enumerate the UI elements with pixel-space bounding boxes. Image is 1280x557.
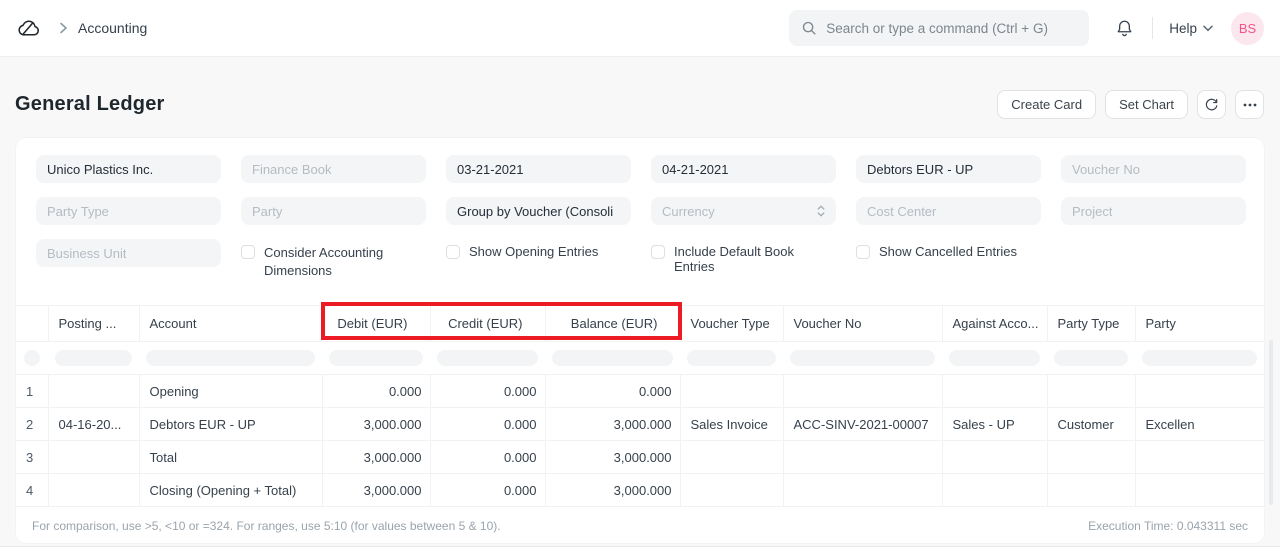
project-filter[interactable]: Project [1061,197,1246,225]
group-by-filter[interactable]: Group by Voucher (Consoli [446,197,631,225]
ellipsis-icon [1243,103,1257,107]
column-filter-input[interactable] [24,350,40,366]
table-row[interactable]: 4 Closing (Opening + Total) 3,000.000 0.… [16,474,1264,507]
report-footer: For comparison, use >5, <10 or =324. For… [16,507,1264,543]
breadcrumb-accounting[interactable]: Accounting [78,20,147,36]
filter-hint-text: For comparison, use >5, <10 or =324. For… [32,519,501,533]
execution-time: Execution Time: 0.043311 sec [1088,519,1248,533]
checkbox-consider-accounting-dimensions[interactable]: Consider Accounting Dimensions [241,239,426,280]
filter-row-3: Business Unit Consider Accounting Dimens… [36,239,1244,280]
page-title: General Ledger [15,93,165,116]
help-label: Help [1169,21,1197,36]
col-voucher-type[interactable]: Voucher Type [680,306,783,342]
column-filter-row [16,342,1264,375]
checkbox-icon[interactable] [241,245,255,259]
checkbox-icon[interactable] [856,245,870,259]
main-area: General Ledger Create Card Set Chart Uni… [0,57,1280,547]
party-type-filter[interactable]: Party Type [36,197,221,225]
create-card-button[interactable]: Create Card [997,90,1096,119]
column-filter-input[interactable] [790,350,935,366]
filter-row-1: Unico Plastics Inc. Finance Book 03-21-2… [36,155,1244,183]
table-row[interactable]: 3 Total 3,000.000 0.000 3,000.000 [16,441,1264,474]
page-actions: Create Card Set Chart [997,90,1264,119]
column-filter-input[interactable] [146,350,315,366]
party-filter[interactable]: Party [241,197,426,225]
col-posting-date[interactable]: Posting ... [48,306,139,342]
set-chart-button[interactable]: Set Chart [1105,90,1188,119]
table-scrollbar[interactable] [1269,340,1273,505]
col-against-account[interactable]: Against Acco... [942,306,1047,342]
checkbox-icon[interactable] [651,245,665,259]
search-icon [801,20,817,36]
column-filter-input[interactable] [329,350,423,366]
finance-book-filter[interactable]: Finance Book [241,155,426,183]
navbar-right: Search or type a command (Ctrl + G) Help… [789,10,1264,46]
currency-filter[interactable]: Currency [651,197,836,225]
col-rownum [16,306,48,342]
checkbox-icon[interactable] [446,245,460,259]
voucher-no-filter[interactable]: Voucher No [1061,155,1246,183]
avatar[interactable]: BS [1231,12,1264,45]
col-party[interactable]: Party [1135,306,1264,342]
to-date-filter[interactable]: 04-21-2021 [651,155,836,183]
page-head: General Ledger Create Card Set Chart [0,57,1280,138]
checkbox-include-default-book-entries[interactable]: Include Default Book Entries [651,239,836,274]
report-card: Unico Plastics Inc. Finance Book 03-21-2… [16,138,1264,543]
search-input[interactable]: Search or type a command (Ctrl + G) [789,10,1089,46]
col-account[interactable]: Account [139,306,322,342]
table-header-row: Posting ... Account Debit (EUR) Credit (… [16,306,1264,342]
divider [1152,17,1153,39]
search-placeholder: Search or type a command (Ctrl + G) [826,21,1048,36]
help-menu[interactable]: Help [1169,21,1213,36]
business-unit-filter[interactable]: Business Unit [36,239,221,267]
cost-center-filter[interactable]: Cost Center [856,197,1041,225]
chevron-down-icon [1203,25,1213,32]
col-debit[interactable]: Debit (EUR) [322,306,430,342]
column-filter-input[interactable] [1142,350,1257,366]
chevron-right-icon [59,22,68,34]
col-balance[interactable]: Balance (EUR) [545,306,680,342]
more-menu-button[interactable] [1235,90,1264,119]
column-filter-input[interactable] [55,350,132,366]
from-date-filter[interactable]: 03-21-2021 [446,155,631,183]
select-chevrons-icon [817,205,825,217]
column-filter-input[interactable] [1054,350,1128,366]
table-row[interactable]: 1 Opening 0.000 0.000 0.000 [16,375,1264,408]
filter-row-2: Party Type Party Group by Voucher (Conso… [36,197,1244,225]
column-filter-input[interactable] [437,350,538,366]
refresh-icon [1204,97,1219,112]
column-filter-input[interactable] [949,350,1040,366]
app-logo-icon[interactable] [16,15,43,42]
col-voucher-no[interactable]: Voucher No [783,306,942,342]
company-filter[interactable]: Unico Plastics Inc. [36,155,221,183]
bell-icon[interactable] [1115,18,1134,38]
refresh-button[interactable] [1197,90,1226,119]
checkbox-show-cancelled-entries[interactable]: Show Cancelled Entries [856,239,1041,259]
ledger-table: Posting ... Account Debit (EUR) Credit (… [16,305,1264,507]
navbar: Accounting Search or type a command (Ctr… [0,0,1280,57]
column-filter-input[interactable] [687,350,776,366]
column-filter-input[interactable] [552,350,673,366]
account-filter[interactable]: Debtors EUR - UP [856,155,1041,183]
table-row[interactable]: 2 04-16-20... Debtors EUR - UP 3,000.000… [16,408,1264,441]
col-credit[interactable]: Credit (EUR) [430,306,545,342]
checkbox-show-opening-entries[interactable]: Show Opening Entries [446,239,631,259]
col-party-type[interactable]: Party Type [1047,306,1135,342]
filters-section: Unico Plastics Inc. Finance Book 03-21-2… [16,138,1264,280]
breadcrumb: Accounting [16,15,147,42]
